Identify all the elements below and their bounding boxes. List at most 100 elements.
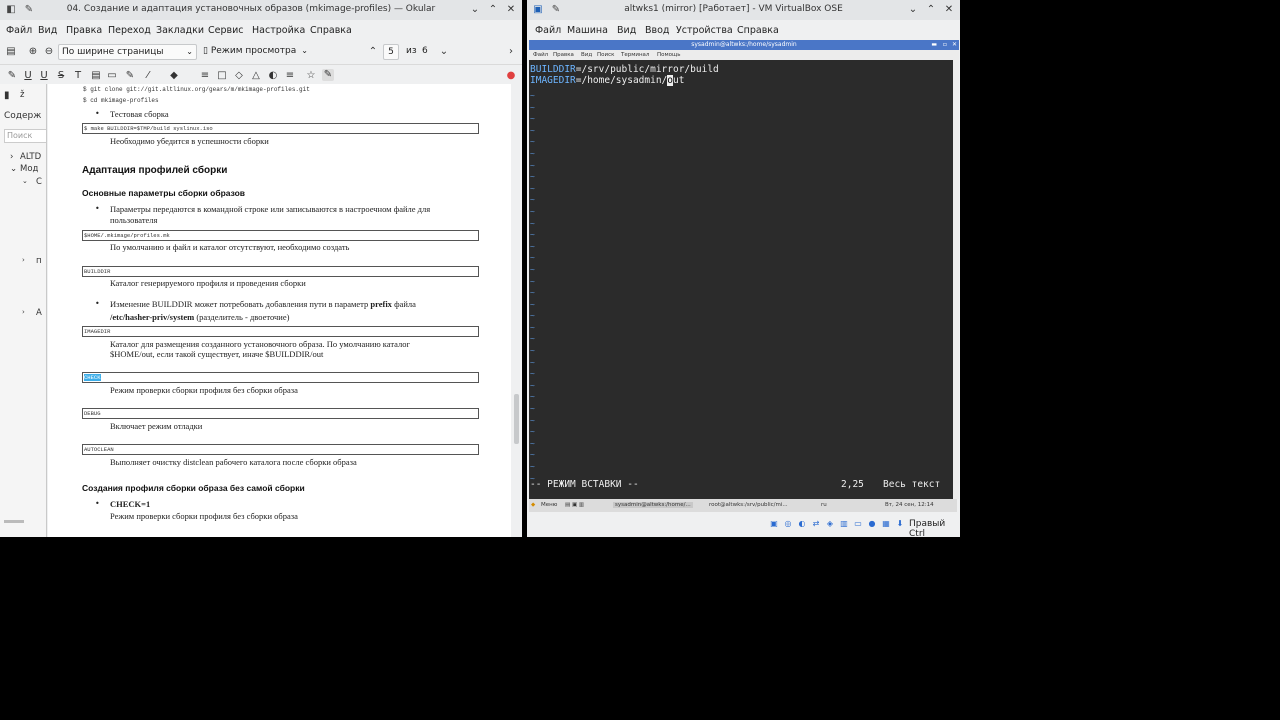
shapes-icon[interactable]: ≡ (199, 70, 211, 82)
tree-toggle-icon[interactable]: › (22, 256, 25, 264)
color-icon[interactable]: ◐ (267, 70, 279, 82)
rectangle-icon[interactable]: □ (216, 70, 228, 82)
guest-quicklaunch-icon[interactable]: ▤ ▣ ▥ (565, 502, 584, 508)
inline-note-icon[interactable]: ▤ (90, 70, 102, 82)
menu-settings[interactable]: Настройка (252, 25, 305, 36)
zoom-out-icon[interactable]: ⊖ (43, 46, 55, 58)
next-page-icon[interactable]: ⌄ (438, 46, 450, 58)
guest-task-terminal-2[interactable]: root@altwks:/srv/public/mi... (709, 502, 788, 508)
vbox-menu-machine[interactable]: Машина (567, 25, 608, 36)
menu-edit[interactable]: Правка (66, 25, 102, 36)
recording-icon[interactable]: ● (867, 519, 877, 529)
audio-icon[interactable]: ◐ (797, 519, 807, 529)
tree-toggle-icon[interactable]: › (10, 152, 13, 162)
menu-file[interactable]: Файл (6, 25, 32, 36)
pin-icon[interactable]: ✎ (549, 3, 563, 17)
toc-item-p[interactable]: п (36, 256, 42, 266)
minimize-icon[interactable]: ⌄ (906, 3, 920, 17)
usb-icon[interactable]: ◈ (825, 519, 835, 529)
tree-toggle-icon[interactable]: ⌄ (22, 177, 28, 185)
previous-page-icon[interactable]: ⌃ (367, 46, 379, 58)
menu-tools[interactable]: Сервис (208, 25, 244, 36)
maximize-icon[interactable]: ⌃ (924, 3, 938, 17)
favorite-icon[interactable]: ☆ (305, 70, 317, 82)
sidebar-toggle-icon[interactable]: ▤ (5, 46, 17, 58)
guest-task-terminal-1[interactable]: sysadmin@altwks:/home/... (613, 502, 693, 508)
code-check-selected[interactable]: CHECK (84, 374, 101, 381)
zoom-in-icon[interactable]: ⊕ (27, 46, 39, 58)
close-annotation-toolbar-icon[interactable]: ● (505, 70, 517, 82)
document-scrollbar[interactable] (512, 84, 522, 537)
toc-item-altd[interactable]: ALTD (20, 152, 41, 162)
pin-tool-icon[interactable]: ✎ (322, 69, 334, 81)
sidebar-search-input[interactable]: Поиск (4, 129, 46, 143)
toc-item-a[interactable]: А (36, 308, 42, 318)
typewriter-icon[interactable]: T (72, 70, 84, 82)
vim-editor[interactable]: BUILDDIR=/srv/public/mirror/build IMAGED… (529, 60, 959, 499)
text-builddir: Каталог генерируемого профиля и проведен… (110, 278, 306, 288)
guest-minimize-icon[interactable]: ▬ (931, 40, 937, 50)
view-mode-button[interactable]: ▯ Режим просмотра ⌄ (200, 44, 311, 58)
minimize-icon[interactable]: ⌄ (468, 3, 482, 17)
freehand-line-icon[interactable]: ✎ (124, 70, 136, 82)
strikeout-icon[interactable]: S (55, 70, 67, 82)
maximize-icon[interactable]: ⌃ (486, 3, 500, 17)
vbox-menu-help[interactable]: Справка (737, 25, 779, 36)
okular-titlebar[interactable]: ◧ ✎ 04. Создание и адаптация установочны… (0, 0, 522, 20)
vbox-menu-devices[interactable]: Устройства (676, 25, 733, 36)
close-icon[interactable]: ✕ (942, 3, 956, 17)
menu-bookmarks[interactable]: Закладки (156, 25, 204, 36)
sidebar-hscrollbar[interactable] (4, 520, 24, 523)
menu-view[interactable]: Вид (38, 25, 57, 36)
line-icon[interactable]: ⁄ (142, 70, 154, 82)
toc-item-s[interactable]: С (36, 177, 42, 187)
sidebar-tab-contents[interactable]: Содерж (4, 111, 41, 121)
sidebar-close-icon[interactable]: ž (20, 90, 24, 100)
guest-start-menu[interactable]: Меню (541, 502, 557, 508)
underline-icon[interactable]: U (22, 70, 34, 82)
polygon-icon[interactable]: △ (250, 70, 262, 82)
close-icon[interactable]: ✕ (504, 3, 518, 17)
guest-menu-view[interactable]: Вид (581, 52, 592, 58)
vbox-menu-view[interactable]: Вид (617, 25, 636, 36)
guest-screen[interactable]: sysadmin@altwks:/home/sysadmin ▬ ▫ ✕ Фай… (529, 40, 959, 499)
zoom-mode-select[interactable]: По ширине страницы ⌄ (58, 44, 197, 60)
menu-go[interactable]: Переход (108, 25, 151, 36)
vbox-titlebar[interactable]: ▣ ✎ altwks1 (mirror) [Работает] - VM Vir… (527, 0, 960, 20)
guest-menu-edit[interactable]: Правка (553, 52, 574, 58)
tree-toggle-icon[interactable]: ⌄ (10, 164, 17, 174)
guest-menu-icon[interactable]: ◆ (531, 502, 535, 508)
guest-terminal-scrollbar[interactable] (953, 60, 959, 499)
opacity-icon[interactable]: ≡ (284, 70, 296, 82)
squiggle-icon[interactable]: U (38, 70, 50, 82)
sidebar-panel-icon[interactable]: ▮ (4, 90, 10, 101)
stamp-icon[interactable]: ◆ (168, 70, 180, 82)
network-icon[interactable]: ⇄ (811, 519, 821, 529)
guest-close-icon[interactable]: ✕ (952, 40, 957, 50)
guest-terminal-titlebar[interactable]: sysadmin@altwks:/home/sysadmin ▬ ▫ ✕ (529, 40, 959, 50)
display-icon[interactable]: ▭ (853, 519, 863, 529)
popup-note-icon[interactable]: ▭ (106, 70, 118, 82)
ellipse-icon[interactable]: ◇ (233, 70, 245, 82)
highlighter-icon[interactable]: ✎ (6, 70, 18, 82)
menu-help[interactable]: Справка (310, 25, 352, 36)
hdd-icon[interactable]: ▣ (769, 519, 779, 529)
vbox-menu-file[interactable]: Файл (535, 25, 561, 36)
scrollbar-thumb[interactable] (514, 394, 519, 444)
toc-item-mod[interactable]: Мод (20, 164, 38, 174)
guest-menu-file[interactable]: Файл (533, 52, 548, 58)
guest-menu-terminal[interactable]: Терминал (621, 52, 649, 58)
guest-menu-search[interactable]: Поиск (597, 52, 614, 58)
overflow-arrow-icon[interactable]: › (505, 46, 517, 58)
page-number-input[interactable]: 5 (383, 44, 399, 60)
mouse-integration-icon[interactable]: ⬇ (895, 519, 905, 529)
tree-toggle-icon[interactable]: › (22, 308, 25, 316)
guest-menu-help[interactable]: Помощь (657, 52, 680, 58)
pin-icon[interactable]: ✎ (22, 3, 36, 17)
guest-keyboard-layout[interactable]: ru (821, 502, 827, 508)
guest-maximize-icon[interactable]: ▫ (943, 40, 947, 50)
optical-drive-icon[interactable]: ◎ (783, 519, 793, 529)
cpu-icon[interactable]: ▦ (881, 519, 891, 529)
shared-folders-icon[interactable]: ▥ (839, 519, 849, 529)
vbox-menu-input[interactable]: Ввод (645, 25, 670, 36)
